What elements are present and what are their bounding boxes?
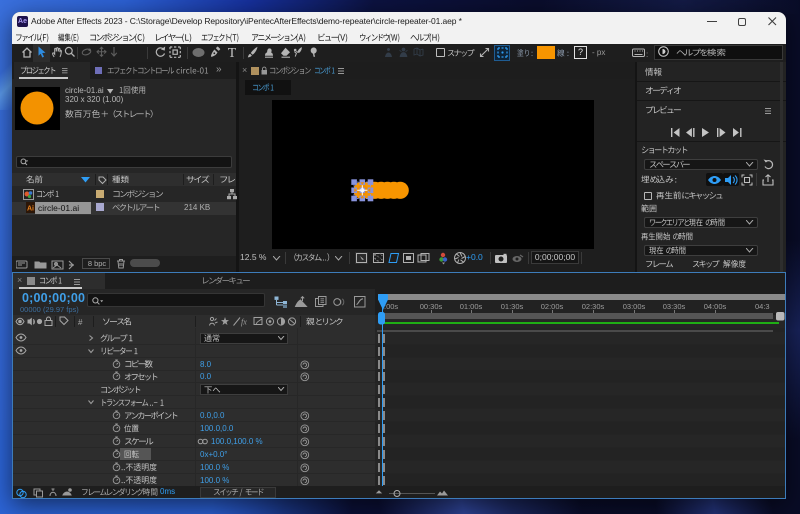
svg-text:Ai: Ai — [27, 206, 34, 213]
svg-text:fx: fx — [241, 318, 247, 327]
svg-text:#: # — [78, 318, 83, 327]
